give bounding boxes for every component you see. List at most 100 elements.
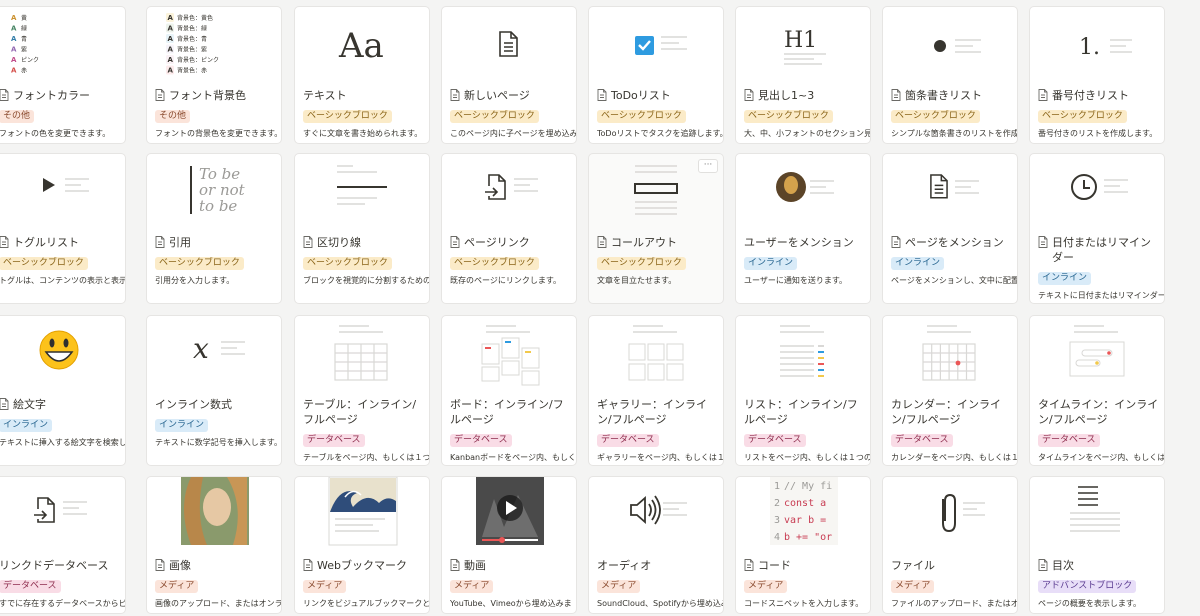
page-mention-icon [930,174,948,199]
block-title-row: ボード：インライン/フルページ [450,397,572,427]
block-description: ユーザーに通知を送ります。 [744,276,848,285]
placeholder-lines [635,201,677,215]
block-card-calendar[interactable]: カレンダー：インライン/フルページ データベース カレンダーをページ内、もしくは１ [882,315,1018,466]
block-title: カレンダー：インライン/フルページ [891,398,1001,426]
block-meta: オーディオ メディア SoundCloud、Spotifyから埋め込み [597,553,723,609]
block-card-emoji[interactable]: 絵文字 インライン テキストに挿入する絵文字を検索し [0,315,126,466]
placeholder-lines [955,180,979,194]
block-title: 画像 [169,559,191,572]
placeholder-lines [635,165,677,173]
block-meta: リンクドデータベース データベース すでに存在するデータベースからビ [0,553,125,609]
block-title-row: タイムライン：インライン/フルページ [1038,397,1160,427]
bg-color-a-icon: A [168,35,174,43]
tag-wrap: インライン [155,412,277,432]
block-description: ToDoリストでタスクを追跡します。 [597,129,724,138]
block-card-table[interactable]: テーブル：インライン/フルページ データベース テーブルをページ内、もしくは１つ [294,315,430,466]
block-preview: A 背景色：黄色 A 背景色：緑 A 背景色：青 A 背景色：紫 A 背景色：ピンク A 背景色：赤 [147,7,281,83]
block-card-bookmark[interactable]: Webブックマーク メディア リンクをビジュアルブックマークと [294,476,430,614]
block-card-mention-user[interactable]: ユーザーをメンション インラインユーザーに通知を送ります。 [735,153,871,304]
block-title-row: 新しいページ [450,88,572,103]
block-preview: 黄 A 緑 A 青 A 紫 A ピンク A 赤 A [0,7,125,83]
block-meta: ボード：インライン/フルページ データベース Kanbanボードをページ内、もしくは [450,392,576,463]
block-card-file[interactable]: ファイル メディア ファイルのアップロード、またはオ [882,476,1018,614]
more-options-button[interactable]: ··· [698,159,718,173]
block-card-math[interactable]: x インライン数式 インライン テキストに数学記号を挿入します。 [146,315,282,466]
tag-wrap: ベーシックブロック [303,103,425,123]
clock-hands-icon [1083,180,1090,189]
block-card-font-bg[interactable]: A 背景色：黄色 A 背景色：緑 A 背景色：青 A 背景色：紫 A 背景色：ピンク A 背景色：赤フ… [146,6,282,144]
toggle-triangle-icon [43,178,55,192]
block-card-text[interactable]: Aa テキスト ベーシックブロック すぐに文章を書き始められます。 [294,6,430,144]
block-card-font-color[interactable]: 黄 A 緑 A 青 A 紫 A ピンク A 赤 A フォントカラー その他 フォントの色を変更できます。 [0,6,126,144]
block-card-audio[interactable]: オーディオ メディア SoundCloud、Spotifyから埋め込み [588,476,724,614]
tag-wrap: メディア [155,573,277,593]
block-card-todo[interactable]: ToDoリスト ベーシックブロック ToDoリストでタスクを追跡します。 [588,6,724,144]
block-description: 番号付きのリストを作成します。 [1038,129,1158,138]
category-tag: メディア [597,580,641,593]
block-preview: Aa [295,7,429,83]
block-card-toc[interactable]: 目次 アドバンストブロック ページの概要を表示します。 [1029,476,1165,614]
block-card-page-link[interactable]: ページリンク ベーシックブロック 既存のページにリンクします。 [441,153,577,304]
gallery-grid-icon [628,343,684,381]
page-icon [450,559,460,571]
block-meta: トグルリスト ベーシックブロック トグルは、コンテンツの表示と表示 [0,230,125,286]
block-meta: フォント背景色 その他 フォントの背景色を変更できます。 [155,83,281,139]
block-title-row: ToDoリスト [597,88,719,103]
timeline-dot [1095,361,1099,365]
preview-illustration [43,178,89,192]
block-meta: ギャラリー：インライン/フルページ データベース ギャラリーをページ内、もしくは１ [597,392,723,463]
page-icon [155,236,165,248]
block-title-row: ファイル [891,558,1013,573]
page-icon [1038,89,1048,101]
block-card-date[interactable]: 日付またはリマインダー インライン テキストに日付またはリマインダー [1029,153,1165,304]
category-tag: インライン [744,257,798,270]
preview-illustration [1070,486,1120,532]
block-card-new-page[interactable]: 新しいページ ベーシックブロック このページ内に子ページを埋め込み [441,6,577,144]
block-description: ページの概要を表示します。 [1038,599,1142,608]
category-tag: ベーシックブロック [744,110,833,123]
placeholder-lines [810,180,834,194]
block-title-row: トグルリスト [0,235,121,250]
block-card-heading[interactable]: H1 見出し1~3 ベーシックブロック 大、中、小フォントのセクション見 [735,6,871,144]
tag-wrap: ベーシックブロック [597,250,719,270]
code-line-text: // My fi [784,481,832,492]
block-card-numbered[interactable]: 1. 番号付きリスト ベーシックブロック 番号付きのリストを作成します。 [1029,6,1165,144]
block-card-image[interactable]: 画像 メディア 画像のアップロード、またはオンラ [146,476,282,614]
tag-wrap: ベーシックブロック [891,103,1013,123]
category-tag: ベーシックブロック [450,257,539,270]
block-description: このページ内に子ページを埋め込み [450,129,577,138]
tag-wrap: ベーシックブロック [303,250,425,270]
block-card-timeline[interactable]: タイムライン：インライン/フルページ データベース タイムラインをページ内、もしくは [1029,315,1165,466]
block-card-board[interactable]: ボード：インライン/フルページ データベース Kanbanボードをページ内、もしくは [441,315,577,466]
block-card-linked-db[interactable]: リンクドデータベース データベース すでに存在するデータベースからビ [0,476,126,614]
block-card-mention-page[interactable]: ページをメンション インライン ページをメンションし、文中に配置 [882,153,1018,304]
font-color-a-icon: A [11,14,17,22]
block-title-row: ユーザーをメンション [744,235,866,250]
block-meta: Webブックマーク メディア リンクをビジュアルブックマークと [303,553,429,609]
block-card-gallery[interactable]: ギャラリー：インライン/フルページ データベース ギャラリーをページ内、もしくは１ [588,315,724,466]
block-card-divider[interactable]: 区切り線 ベーシックブロック ブロックを視覚的に分割するための [294,153,430,304]
bg-swatch-label: 背景色：赤 [177,67,207,75]
block-meta: 日付またはリマインダー インライン テキストに日付またはリマインダー [1038,230,1164,301]
category-tag: インライン [0,419,53,432]
block-card-callout[interactable]: ··· コールアウト ベーシックブロック 文章を目立たせます。 [588,153,724,304]
color-swatch-label: 青 [21,35,27,43]
block-card-quote[interactable]: To be or not to be 引用 ベーシックブロック 引用分を入力します。 [146,153,282,304]
placeholder-lines [221,341,245,355]
heading-h1-icon: H1 [784,28,817,53]
bg-color-a-icon: A [168,25,174,33]
category-tag: データベース [0,580,61,593]
block-card-toggle[interactable]: トグルリスト ベーシックブロック トグルは、コンテンツの表示と表示 [0,153,126,304]
board-column [481,343,500,382]
placeholder-lines [784,53,826,65]
block-card-video[interactable]: 動画 メディア YouTube、Vimeoから埋め込みま [441,476,577,614]
block-preview [295,477,429,553]
code-line-text: b += "or [784,532,832,543]
block-card-code[interactable]: 1 // My fi 2 const a 3 var b = 4 b += "or コード メディ… [735,476,871,614]
block-card-list[interactable]: リスト：インライン/フルページ データベース リストをページ内、もしくは１つの [735,315,871,466]
block-card-bullet[interactable]: 箇条書きリスト ベーシックブロック シンプルな箇条書きのリストを作成 [882,6,1018,144]
block-description: Kanbanボードをページ内、もしくは [450,453,577,462]
placeholder-lines [65,178,89,192]
block-meta: テーブル：インライン/フルページ データベース テーブルをページ内、もしくは１つ [303,392,429,463]
block-meta: 箇条書きリスト ベーシックブロック シンプルな箇条書きのリストを作成 [891,83,1017,139]
